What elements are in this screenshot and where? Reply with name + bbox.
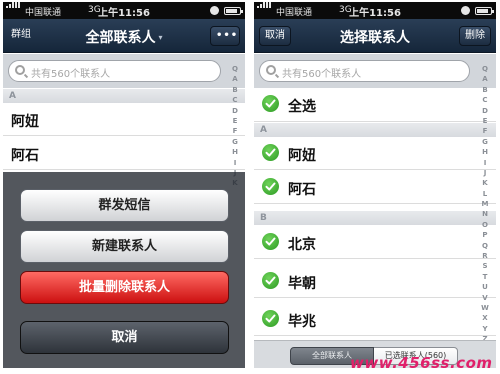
- checkmark-icon: [262, 310, 279, 327]
- more-button[interactable]: •••: [210, 26, 240, 46]
- section-header-b: B: [254, 211, 496, 225]
- search-input[interactable]: 共有560个联系人: [8, 60, 221, 82]
- action-sheet: 群发短信 新建联系人 批量删除联系人 取消: [3, 172, 245, 368]
- index-letter[interactable]: O: [480, 220, 490, 230]
- contact-name: 阿妞: [288, 148, 316, 164]
- index-letter[interactable]: M: [480, 199, 490, 209]
- section-header-a: A: [254, 123, 496, 137]
- index-letter[interactable]: Q: [230, 64, 240, 74]
- battery-icon: [224, 7, 243, 15]
- orientation-lock-icon: [461, 6, 470, 15]
- contact-name: 阿石: [11, 148, 39, 164]
- search-placeholder: 共有560个联系人: [282, 69, 362, 80]
- contact-name: 阿石: [288, 182, 316, 198]
- index-letter[interactable]: S: [480, 261, 490, 271]
- status-time: 上午11:56: [349, 8, 401, 19]
- index-letter[interactable]: X: [480, 313, 490, 323]
- contact-name: 北京: [288, 237, 316, 253]
- list-item[interactable]: 毕兆: [254, 303, 496, 336]
- index-letter[interactable]: A: [480, 74, 490, 84]
- orientation-lock-icon: [210, 6, 219, 15]
- index-letter[interactable]: W: [480, 303, 490, 313]
- index-letter[interactable]: J: [480, 168, 490, 178]
- cancel-button[interactable]: 取消: [20, 321, 229, 354]
- search-bar: 共有560个联系人: [3, 54, 245, 88]
- search-placeholder: 共有560个联系人: [31, 69, 111, 80]
- select-all-row[interactable]: 全选: [254, 88, 496, 122]
- index-letter[interactable]: A: [230, 74, 240, 84]
- index-letter[interactable]: I: [480, 158, 490, 168]
- index-letter[interactable]: V: [480, 293, 490, 303]
- index-letter[interactable]: T: [480, 272, 490, 282]
- group-sms-button[interactable]: 群发短信: [20, 189, 229, 222]
- index-letter[interactable]: H: [230, 147, 240, 157]
- search-input[interactable]: 共有560个联系人: [259, 60, 470, 82]
- nav-bar: 群组 全部联系人 ▾ •••: [3, 19, 245, 53]
- index-letter[interactable]: B: [230, 85, 240, 95]
- new-contact-button[interactable]: 新建联系人: [20, 230, 229, 263]
- status-bar: 中国联通 3G 上午11:56: [254, 2, 496, 19]
- alphabet-index[interactable]: QABCDEFGHIJK: [230, 64, 240, 189]
- index-letter[interactable]: Q: [480, 64, 490, 74]
- checkmark-icon: [262, 144, 279, 161]
- index-letter[interactable]: F: [230, 126, 240, 136]
- search-icon: [266, 65, 276, 75]
- list-item[interactable]: 阿石: [254, 171, 496, 204]
- index-letter[interactable]: R: [480, 251, 490, 261]
- right-phone-screen: 中国联通 3G 上午11:56 取消 选择联系人 删除 共有560个联系人 全选…: [254, 2, 496, 368]
- index-letter[interactable]: B: [480, 85, 490, 95]
- list-item[interactable]: 阿石: [3, 137, 245, 170]
- status-bar: 中国联通 3G 上午11:56: [3, 2, 245, 19]
- index-letter[interactable]: E: [230, 116, 240, 126]
- index-letter[interactable]: I: [230, 158, 240, 168]
- contact-name: 毕朝: [288, 276, 316, 292]
- batch-delete-button[interactable]: 批量删除联系人: [20, 271, 229, 304]
- checkmark-icon: [262, 95, 279, 112]
- select-all-label: 全选: [288, 99, 316, 115]
- checkmark-icon: [262, 233, 279, 250]
- index-letter[interactable]: E: [480, 116, 490, 126]
- nav-bar: 取消 选择联系人 删除: [254, 19, 496, 53]
- status-time: 上午11:56: [98, 8, 150, 19]
- index-letter[interactable]: H: [480, 147, 490, 157]
- search-icon: [15, 65, 25, 75]
- battery-icon: [475, 7, 494, 15]
- contact-name: 阿妞: [11, 114, 39, 130]
- list-item[interactable]: 北京: [254, 226, 496, 259]
- watermark: www.456ss.com: [350, 354, 493, 372]
- index-letter[interactable]: F: [480, 126, 490, 136]
- index-letter[interactable]: Y: [480, 324, 490, 334]
- index-letter[interactable]: D: [480, 106, 490, 116]
- index-letter[interactable]: L: [480, 189, 490, 199]
- alphabet-index[interactable]: QABCDEFGHIJKLMNOPQRSTUVWXYZ#: [480, 64, 490, 355]
- checkmark-icon: [262, 178, 279, 195]
- index-letter[interactable]: C: [480, 95, 490, 105]
- page-title[interactable]: 全部联系人 ▾: [3, 27, 245, 47]
- index-letter[interactable]: K: [480, 178, 490, 188]
- index-letter[interactable]: P: [480, 230, 490, 240]
- list-item[interactable]: 阿妞: [3, 103, 245, 136]
- list-item[interactable]: 毕朝: [254, 265, 496, 298]
- chevron-down-icon: ▾: [158, 33, 163, 42]
- contact-name: 毕兆: [288, 314, 316, 330]
- index-letter[interactable]: G: [230, 137, 240, 147]
- index-letter[interactable]: U: [480, 282, 490, 292]
- checkmark-icon: [262, 272, 279, 289]
- list-item[interactable]: 阿妞: [254, 137, 496, 170]
- index-letter[interactable]: Q: [480, 241, 490, 251]
- section-header-a: A: [3, 89, 245, 103]
- index-letter[interactable]: C: [230, 95, 240, 105]
- delete-button[interactable]: 删除: [459, 26, 491, 46]
- index-letter[interactable]: G: [480, 137, 490, 147]
- search-bar: 共有560个联系人: [254, 54, 496, 88]
- page-title-text: 全部联系人: [85, 30, 156, 46]
- index-letter[interactable]: D: [230, 106, 240, 116]
- left-phone-screen: 中国联通 3G 上午11:56 群组 全部联系人 ▾ ••• 共有560个联系人 …: [3, 2, 245, 368]
- index-letter[interactable]: N: [480, 209, 490, 219]
